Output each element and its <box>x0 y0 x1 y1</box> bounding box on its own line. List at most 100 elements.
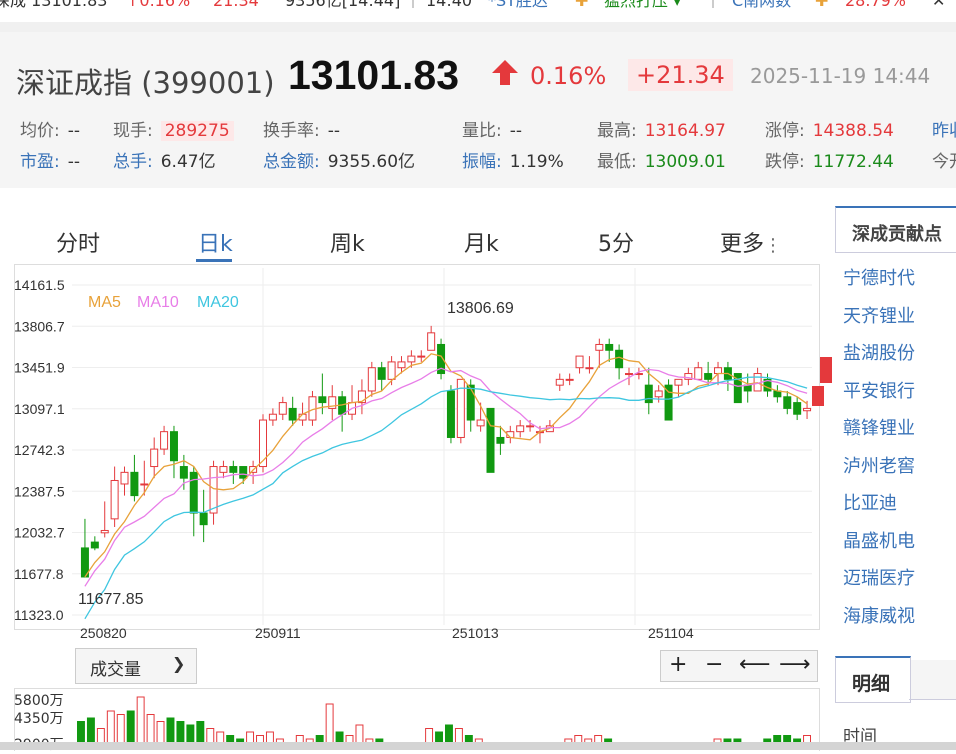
contribution-stock[interactable]: 海康威视 <box>843 602 915 628</box>
contribution-stock[interactable]: 天齐锂业 <box>843 302 915 328</box>
ticker-item: 深成 13101.83 <box>0 0 108 10</box>
close-icon[interactable]: ✕ <box>932 0 945 9</box>
ticker-item: 14:40 <box>412 0 472 9</box>
quote-field: 总金额: 9355.60亿 <box>263 147 415 172</box>
tab-monthly-k[interactable]: 月k <box>464 226 499 258</box>
tab-more-label: 更多 <box>720 232 765 257</box>
ticker-item: 9356亿[14:44] <box>285 0 401 10</box>
quote-field: 涨停: 14388.54 <box>765 116 894 141</box>
pan-right-button[interactable]: ⟶ <box>779 652 811 677</box>
quote-field: 换手率: -- <box>263 116 340 141</box>
contribution-stock[interactable]: 赣锋锂业 <box>843 414 915 440</box>
quote-field: 今开 <box>932 147 956 172</box>
quote-field: 市盈: -- <box>20 147 80 172</box>
more-dots-icon: ⋮ <box>764 235 783 256</box>
quote-field-value: -- <box>67 152 81 172</box>
volume-tick: 4350万 <box>14 711 64 727</box>
quote-field-value: 13009.01 <box>644 152 726 172</box>
quote-field-value: -- <box>67 121 81 141</box>
kline-chart[interactable] <box>14 264 820 630</box>
quote-time: 2025-11-19 14:44 <box>750 64 931 88</box>
zoom-out-button[interactable]: − <box>705 652 723 677</box>
ticker-bar: 深成 13101.83 ↑0.16% 21.34 9356亿[14:44] 14… <box>0 0 956 23</box>
volume-tick: 5800万 <box>14 693 64 709</box>
quote-field-value: -- <box>327 121 341 141</box>
contribution-bar <box>820 357 832 383</box>
quote-field-label: 总手: <box>113 152 153 172</box>
plus-icon: ✚ <box>815 0 829 10</box>
quote-field-label: 换手率: <box>263 121 320 141</box>
contribution-stock[interactable]: 迈瑞医疗 <box>843 564 915 590</box>
contribution-stock[interactable]: 平安银行 <box>843 377 915 403</box>
ticker-item: ↑0.16% <box>126 0 191 10</box>
quote-field: 最高: 13164.97 <box>597 116 726 141</box>
contribution-stock[interactable]: 比亚迪 <box>843 489 897 515</box>
quote-field-value: 11772.44 <box>812 152 894 172</box>
tab-fenshi[interactable]: 分时 <box>56 226 100 258</box>
quote-field: 量比: -- <box>462 116 522 141</box>
quote-field-label: 昨收 <box>932 121 956 141</box>
quote-field: 昨收 <box>932 116 956 141</box>
tab-detail[interactable]: 明细 <box>835 656 911 703</box>
up-arrow-icon <box>490 58 520 92</box>
contribution-title: 深成贡献点 <box>852 224 942 245</box>
quote-field: 跌停: 11772.44 <box>765 147 894 172</box>
quote-field-label: 涨停: <box>765 121 805 141</box>
quote-field-label: 振幅: <box>462 152 502 172</box>
index-name: 深证成指 (399001) <box>16 66 275 100</box>
active-tab-indicator <box>196 259 232 262</box>
contribution-stock[interactable]: 盐湖股份 <box>843 339 915 365</box>
tab-more[interactable]: 更多⋮ <box>720 226 782 258</box>
divider <box>909 699 956 700</box>
detail-tab-area <box>909 660 956 700</box>
detail-tab-label: 明细 <box>852 673 891 695</box>
quote-field-label: 最高: <box>597 121 637 141</box>
quote-field-label: 现手: <box>113 121 153 141</box>
ticker-item: 28.79% <box>845 0 907 10</box>
contribution-stock[interactable]: 宁德时代 <box>843 264 915 290</box>
quote-field-label: 总金额: <box>263 152 320 172</box>
contribution-bar <box>812 386 824 406</box>
quote-field-value: -- <box>509 121 523 141</box>
index-price: 13101.83 <box>288 52 460 98</box>
quote-field-value: 1.19% <box>509 152 564 172</box>
quote-field-value: 9355.60亿 <box>327 152 416 172</box>
chevron-down-icon: ❯ <box>172 654 186 673</box>
change-amount: +21.34 <box>628 59 733 91</box>
indicator-select[interactable]: 成交量 ❯ <box>75 648 197 684</box>
quote-field: 振幅: 1.19% <box>462 147 564 172</box>
period-tabs: 分时 日k 周k 月k 5分 更多⋮ <box>14 212 820 260</box>
ticker-item[interactable]: *ST胜达 <box>488 0 548 9</box>
quote-field: 均价: -- <box>20 116 80 141</box>
change-percent: 0.16% <box>530 62 607 90</box>
quote-field-value: 14388.54 <box>812 121 894 141</box>
tab-daily-k[interactable]: 日k <box>198 226 233 258</box>
quote-field-label: 今开 <box>932 152 956 172</box>
contribution-tab[interactable]: 深成贡献点 <box>835 206 956 253</box>
quote-field-label: 市盈: <box>20 152 60 172</box>
zoom-in-button[interactable]: + <box>669 652 687 677</box>
quote-field-label: 量比: <box>462 121 502 141</box>
contribution-stock[interactable]: 泸州老窖 <box>843 452 915 478</box>
tab-5min[interactable]: 5分 <box>598 226 634 258</box>
contribution-stock[interactable]: 晶盛机电 <box>843 527 915 553</box>
quote-field-value: 289275 <box>160 121 234 141</box>
quote-field-label: 最低: <box>597 152 637 172</box>
indicator-select-value: 成交量 <box>90 660 141 680</box>
quote-field-label: 均价: <box>20 121 60 141</box>
pan-left-button[interactable]: ⟵ <box>739 652 771 677</box>
quote-field: 最低: 13009.01 <box>597 147 726 172</box>
ticker-item[interactable]: C南网数 <box>712 0 791 9</box>
ticker-item: 21.34 <box>213 0 259 10</box>
ticker-item[interactable]: 猛烈打压 ▾ <box>604 0 681 9</box>
plus-icon: ✚ <box>575 0 589 10</box>
tab-weekly-k[interactable]: 周k <box>330 226 365 258</box>
quote-field-value: 6.47亿 <box>160 152 216 172</box>
quote-field: 总手: 6.47亿 <box>113 147 216 172</box>
quote-field: 现手: 289275 <box>113 116 234 141</box>
horizontal-scrollbar[interactable] <box>0 742 956 750</box>
quote-field-value: 13164.97 <box>644 121 726 141</box>
separator <box>0 22 956 32</box>
chart-controls: + − ⟵ ⟶ <box>660 650 818 682</box>
quote-field-label: 跌停: <box>765 152 805 172</box>
